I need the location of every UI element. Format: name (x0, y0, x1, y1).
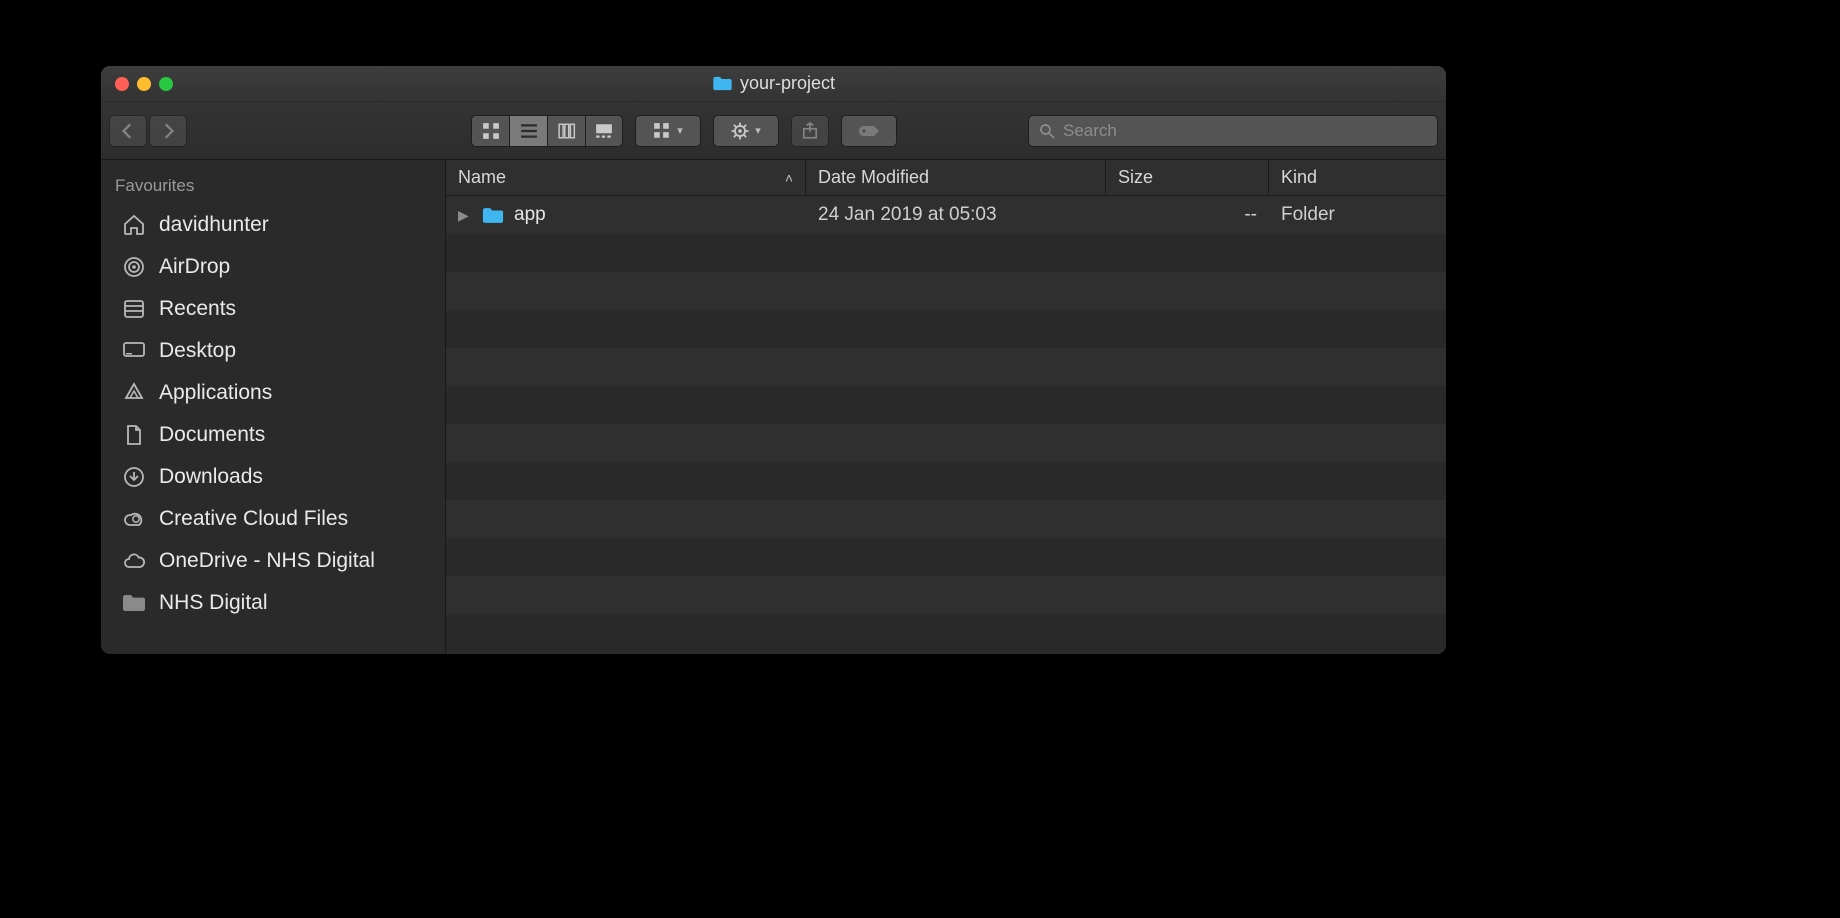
toolbar: ▾ ▾ (101, 102, 1446, 160)
sidebar-item-recents[interactable]: Recents (101, 288, 445, 330)
view-gallery-button[interactable] (585, 115, 623, 147)
applications-icon (121, 380, 147, 406)
finder-window: your-project (100, 65, 1447, 655)
sidebar-item-label: davidhunter (159, 213, 269, 237)
sort-ascending-icon: ˄ (785, 170, 793, 186)
window-title-text: your-project (740, 73, 835, 94)
view-columns-button[interactable] (547, 115, 585, 147)
empty-row (446, 386, 1446, 424)
sidebar-item-onedrive[interactable]: OneDrive - NHS Digital (101, 540, 445, 582)
chevron-down-icon: ▾ (677, 124, 683, 137)
window-controls (115, 77, 173, 91)
sidebar-item-label: AirDrop (159, 255, 230, 279)
search-input[interactable] (1063, 121, 1427, 141)
sidebar-item-desktop[interactable]: Desktop (101, 330, 445, 372)
share-button[interactable] (791, 115, 829, 147)
sidebar-item-creative-cloud[interactable]: Creative Cloud Files (101, 498, 445, 540)
column-header-size[interactable]: Size (1106, 160, 1269, 195)
share-icon (801, 122, 819, 140)
sidebar: Favourites davidhunter AirDrop Recents (101, 160, 446, 654)
empty-row (446, 462, 1446, 500)
onedrive-icon (121, 548, 147, 574)
folder-icon (482, 207, 504, 224)
column-header-label: Kind (1281, 167, 1317, 188)
column-header-label: Size (1118, 167, 1153, 188)
disclosure-triangle-icon[interactable]: ▶ (458, 207, 472, 224)
sidebar-header-favourites: Favourites (101, 172, 445, 204)
forward-button[interactable] (149, 115, 187, 147)
back-button[interactable] (109, 115, 147, 147)
sidebar-item-label: Documents (159, 423, 265, 447)
sidebar-item-label: Desktop (159, 339, 236, 363)
sidebar-item-label: Creative Cloud Files (159, 507, 348, 531)
file-date: 24 Jan 2019 at 05:03 (818, 204, 997, 226)
file-kind: Folder (1281, 204, 1335, 226)
empty-row (446, 310, 1446, 348)
empty-row (446, 500, 1446, 538)
close-button[interactable] (115, 77, 129, 91)
search-icon (1039, 123, 1055, 139)
column-headers: Name ˄ Date Modified Size Kind (446, 160, 1446, 196)
column-header-label: Date Modified (818, 167, 929, 188)
view-icons-button[interactable] (471, 115, 509, 147)
file-name: app (514, 204, 546, 226)
sidebar-item-label: Downloads (159, 465, 263, 489)
arrange-icon (653, 122, 671, 140)
table-row[interactable]: ▶ app 24 Jan 2019 at 05:03 -- Folder (446, 196, 1446, 234)
creative-cloud-icon (121, 506, 147, 532)
sidebar-item-label: Recents (159, 297, 236, 321)
sidebar-item-applications[interactable]: Applications (101, 372, 445, 414)
file-list: Name ˄ Date Modified Size Kind ▶ (446, 160, 1446, 654)
arrange-button[interactable]: ▾ (635, 115, 701, 147)
sidebar-item-label: Applications (159, 381, 272, 405)
empty-row (446, 234, 1446, 272)
chevron-right-icon (159, 122, 177, 140)
folder-icon (712, 76, 732, 91)
gear-icon (731, 122, 749, 140)
zoom-button[interactable] (159, 77, 173, 91)
desktop-icon (121, 338, 147, 364)
sidebar-item-home[interactable]: davidhunter (101, 204, 445, 246)
downloads-icon (121, 464, 147, 490)
chevron-left-icon (119, 122, 137, 140)
grid-icon (482, 122, 500, 140)
folder-icon (121, 590, 147, 616)
column-header-label: Name (458, 167, 506, 188)
column-header-date[interactable]: Date Modified (806, 160, 1106, 195)
empty-row (446, 424, 1446, 462)
empty-row (446, 614, 1446, 652)
sidebar-item-airdrop[interactable]: AirDrop (101, 246, 445, 288)
tag-icon (856, 124, 882, 138)
column-header-kind[interactable]: Kind (1269, 160, 1446, 195)
tags-button[interactable] (841, 115, 897, 147)
list-icon (520, 122, 538, 140)
home-icon (121, 212, 147, 238)
column-header-name[interactable]: Name ˄ (446, 160, 806, 195)
chevron-down-icon: ▾ (755, 124, 761, 137)
sidebar-item-label: NHS Digital (159, 591, 268, 615)
empty-row (446, 348, 1446, 386)
sidebar-item-documents[interactable]: Documents (101, 414, 445, 456)
view-list-button[interactable] (509, 115, 547, 147)
sidebar-item-nhs-digital[interactable]: NHS Digital (101, 582, 445, 624)
empty-row (446, 538, 1446, 576)
titlebar: your-project (101, 66, 1446, 102)
columns-icon (558, 122, 576, 140)
sidebar-item-downloads[interactable]: Downloads (101, 456, 445, 498)
action-button[interactable]: ▾ (713, 115, 779, 147)
airdrop-icon (121, 254, 147, 280)
file-size: -- (1244, 204, 1257, 226)
window-title: your-project (712, 73, 835, 94)
gallery-icon (595, 122, 613, 140)
documents-icon (121, 422, 147, 448)
view-mode-group (471, 115, 623, 147)
minimize-button[interactable] (137, 77, 151, 91)
empty-row (446, 576, 1446, 614)
empty-row (446, 272, 1446, 310)
search-field[interactable] (1028, 115, 1438, 147)
rows-container: ▶ app 24 Jan 2019 at 05:03 -- Folder (446, 196, 1446, 654)
recents-icon (121, 296, 147, 322)
sidebar-item-label: OneDrive - NHS Digital (159, 549, 375, 573)
